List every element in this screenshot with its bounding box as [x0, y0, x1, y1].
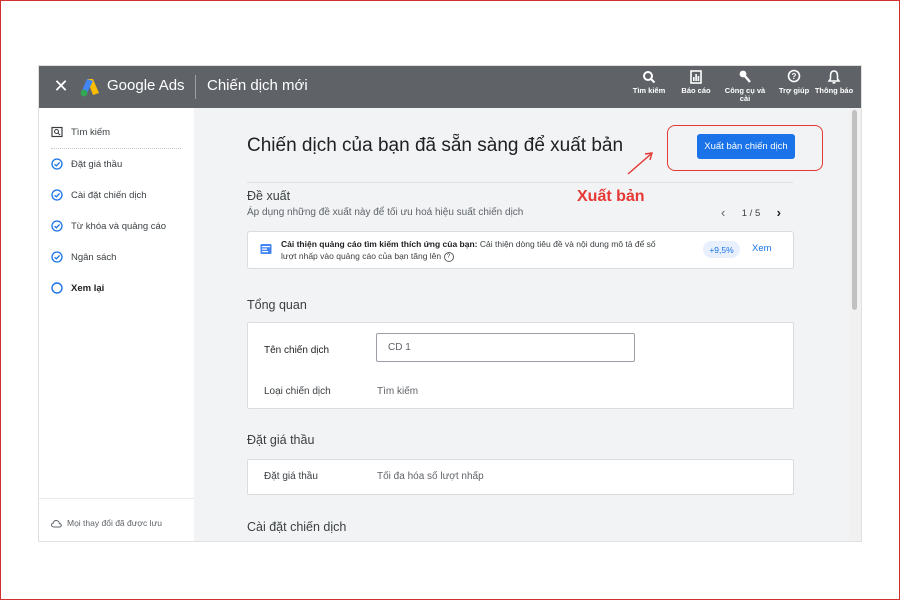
topbar-tools-label: Công cụ và cài — [724, 86, 766, 103]
campaign-type-label: Loại chiến dịch — [264, 386, 331, 397]
campaign-type-value: Tìm kiếm — [377, 386, 419, 397]
overview-card: Tên chiến dịch CD 1 Loại chiến dịch Tìm … — [247, 322, 794, 409]
annotation-arrow-icon — [627, 152, 653, 175]
ad-recommendation-icon — [260, 244, 272, 254]
check-circle-icon — [51, 220, 63, 232]
topbar-notifications-label: Thông báo — [814, 86, 854, 95]
topbar-divider — [195, 75, 196, 99]
bidding-title: Đặt giá thầu — [247, 433, 315, 447]
search-campaign-icon — [51, 126, 63, 138]
topbar-notifications-button[interactable]: Thông báo — [811, 69, 857, 105]
help-icon: ? — [787, 69, 801, 83]
sidebar-item-label: Đặt giá thầu — [71, 158, 123, 170]
reports-icon — [690, 70, 702, 84]
check-circle-icon — [51, 251, 63, 263]
sidebar-item-label: Ngân sách — [71, 251, 117, 263]
uplift-badge: +9,5% — [703, 241, 740, 258]
sidebar-item-label: Cài đặt chiến dịch — [71, 189, 147, 201]
sidebar-item-label: Từ khóa và quảng cáo — [71, 220, 167, 232]
bidding-value: Tối đa hóa số lượt nhấp — [377, 471, 484, 482]
view-recommendation-link[interactable]: Xem — [752, 243, 772, 254]
cloud-icon — [51, 519, 62, 527]
annotation-label: Xuất bản — [577, 188, 645, 205]
topbar-tools-button[interactable]: Công cụ và cài — [722, 69, 768, 103]
scrollbar[interactable] — [849, 108, 861, 541]
recommendations-subtitle: Áp dụng những đề xuất này để tối ưu hoá … — [247, 207, 524, 218]
sidebar: Tìm kiếm Đặt giá thầu Cài đặt chiến dịch… — [39, 108, 194, 541]
recommendation-card-title: Cải thiện quảng cáo tìm kiếm thích ứng c… — [281, 239, 478, 249]
google-ads-logo — [80, 79, 99, 97]
campaign-name-label: Tên chiến dịch — [264, 345, 330, 356]
recommendation-card: Cải thiện quảng cáo tìm kiếm thích ứng c… — [247, 231, 794, 269]
recommendation-text: Cải thiện quảng cáo tìm kiếm thích ứng c… — [281, 238, 671, 262]
pager-count: 1 / 5 — [741, 207, 761, 219]
sidebar-item-review[interactable]: Xem lại — [51, 278, 104, 298]
top-bar: ✕ Google Ads Chiến dịch mới Tìm kiếm Báo… — [39, 66, 861, 108]
saved-status-text: Mọi thay đổi đã được lưu — [67, 518, 162, 528]
help-circle-icon[interactable]: ? — [443, 251, 454, 262]
search-icon — [643, 71, 656, 84]
scrollbar-thumb[interactable] — [852, 110, 857, 310]
page-title: Chiến dịch của bạn đã sẵn sàng để xuất b… — [247, 135, 624, 156]
saved-status: Mọi thay đổi đã được lưu — [51, 518, 162, 528]
recommendations-pager: ‹ 1 / 5 › — [721, 206, 781, 220]
brand-name: Google Ads — [107, 77, 185, 94]
close-icon[interactable]: ✕ — [51, 75, 71, 97]
campaign-name-input[interactable]: CD 1 — [376, 333, 635, 362]
campaign-settings-title: Cài đặt chiến dịch — [247, 520, 347, 534]
tools-icon — [739, 70, 751, 83]
bidding-card: Đặt giá thầu Tối đa hóa số lượt nhấp — [247, 459, 794, 495]
chevron-right-icon[interactable]: › — [777, 206, 781, 219]
sidebar-item-bidding[interactable]: Đặt giá thầu — [51, 154, 122, 174]
bell-icon — [827, 70, 841, 84]
check-circle-icon — [51, 189, 63, 201]
annotation-highlight-box — [667, 125, 823, 171]
main-content: Chiến dịch của bạn đã sẵn sàng để xuất b… — [194, 108, 849, 541]
empty-circle-icon — [51, 282, 63, 294]
campaign-title: Chiến dịch mới — [207, 77, 308, 94]
sidebar-item-budget[interactable]: Ngân sách — [51, 247, 116, 267]
recommendations-title: Đề xuất — [247, 189, 291, 203]
sidebar-item-keywords-ads[interactable]: Từ khóa và quảng cáo — [51, 216, 166, 236]
sidebar-divider — [39, 498, 194, 499]
heading-divider — [247, 182, 793, 183]
check-circle-icon — [51, 158, 63, 170]
bidding-label: Đặt giá thầu — [264, 471, 318, 482]
sidebar-item-label: Tìm kiếm — [71, 126, 111, 138]
sidebar-item-search[interactable]: Tìm kiếm — [51, 122, 110, 142]
topbar-search-button[interactable]: Tìm kiếm — [626, 69, 672, 95]
sidebar-item-campaign-settings[interactable]: Cài đặt chiến dịch — [51, 185, 147, 205]
sidebar-separator — [51, 148, 181, 149]
campaign-name-value: CD 1 — [388, 342, 411, 353]
overview-title: Tổng quan — [247, 298, 307, 312]
topbar-search-label: Tìm kiếm — [632, 86, 666, 95]
topbar-reports-button[interactable]: Báo cáo — [673, 69, 719, 95]
topbar-reports-label: Báo cáo — [681, 86, 711, 95]
chevron-left-icon[interactable]: ‹ — [721, 206, 725, 219]
svg-text:?: ? — [792, 72, 797, 81]
sidebar-item-label: Xem lại — [71, 282, 105, 294]
